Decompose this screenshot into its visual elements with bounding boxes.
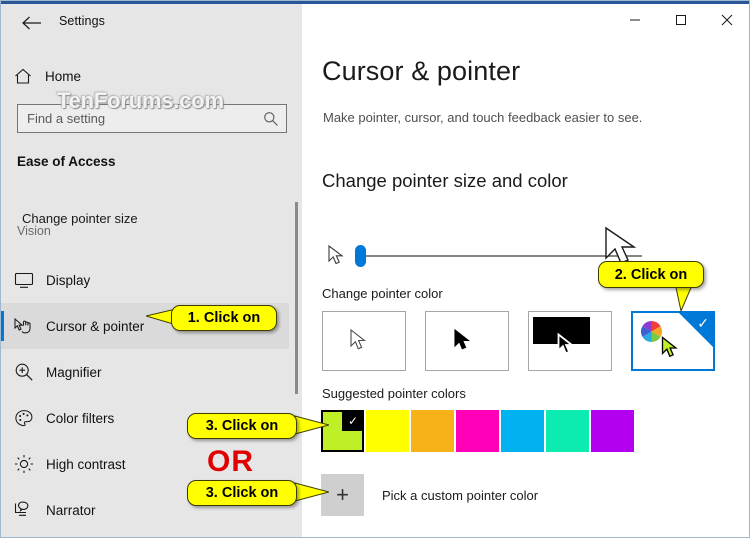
sidebar: Settings Home TenForums.com Ease of Acce… bbox=[1, 4, 302, 537]
pointer-option-white[interactable] bbox=[322, 311, 406, 371]
section-heading-pointer-size-color: Change pointer size and color bbox=[322, 170, 568, 191]
pick-custom-color-label: Pick a custom pointer color bbox=[382, 487, 539, 503]
pointer-color-options: ✓ bbox=[322, 311, 715, 371]
pick-custom-color-row: + Pick a custom pointer color bbox=[321, 474, 538, 516]
color-swatch[interactable] bbox=[366, 410, 409, 452]
callout-step3b: 3. Click on bbox=[187, 480, 297, 506]
slider-thumb[interactable] bbox=[355, 245, 366, 267]
label-suggested-pointer-colors: Suggested pointer colors bbox=[322, 386, 466, 401]
home-icon bbox=[1, 68, 45, 85]
minimize-icon bbox=[630, 19, 640, 20]
color-swatch[interactable] bbox=[591, 410, 634, 452]
monitor-icon bbox=[1, 272, 46, 289]
search-icon[interactable] bbox=[256, 111, 286, 127]
close-button[interactable] bbox=[704, 4, 749, 35]
back-button[interactable] bbox=[13, 9, 51, 37]
sidebar-group-label: Vision bbox=[17, 224, 51, 238]
small-pointer-preview-icon bbox=[327, 244, 349, 275]
sidebar-item-label: Display bbox=[46, 272, 91, 288]
pointer-size-slider[interactable] bbox=[322, 241, 642, 273]
sidebar-category-title: Ease of Access bbox=[17, 154, 116, 169]
callout-step3a: 3. Click on bbox=[187, 413, 297, 439]
sidebar-item-label: Narrator bbox=[46, 502, 96, 518]
white-pointer-icon bbox=[349, 328, 371, 360]
page-title: Cursor & pointer bbox=[322, 56, 521, 86]
sidebar-item-label: Color filters bbox=[46, 410, 115, 426]
narrator-icon bbox=[1, 501, 46, 519]
color-swatch[interactable] bbox=[501, 410, 544, 452]
search-input[interactable] bbox=[18, 111, 256, 126]
sidebar-item-label: High contrast bbox=[46, 456, 126, 472]
green-custom-pointer-icon bbox=[660, 335, 684, 369]
color-swatch[interactable] bbox=[546, 410, 589, 452]
maximize-icon bbox=[676, 14, 686, 25]
sidebar-item-label: Magnifier bbox=[46, 364, 102, 380]
slider-track[interactable] bbox=[360, 255, 642, 257]
palette-icon bbox=[1, 409, 46, 428]
window-title: Settings bbox=[59, 14, 105, 28]
close-icon bbox=[721, 14, 733, 25]
back-arrow-icon bbox=[22, 16, 41, 30]
color-swatch[interactable] bbox=[456, 410, 499, 452]
pointer-option-custom-color[interactable]: ✓ bbox=[631, 311, 715, 371]
minimize-button[interactable] bbox=[612, 4, 658, 35]
pointer-option-inverted[interactable] bbox=[528, 311, 612, 371]
magnifier-icon bbox=[1, 362, 46, 382]
check-icon: ✓ bbox=[342, 410, 364, 431]
sidebar-scrollbar[interactable] bbox=[295, 202, 298, 394]
black-pointer-icon bbox=[453, 328, 475, 360]
settings-window: Settings Home TenForums.com Ease of Acce… bbox=[0, 0, 750, 538]
sidebar-item-display[interactable]: Display bbox=[1, 257, 289, 303]
callout-step2: 2. Click on bbox=[598, 261, 704, 288]
sidebar-item-magnifier[interactable]: Magnifier bbox=[1, 349, 289, 395]
label-change-pointer-color: Change pointer color bbox=[322, 286, 443, 301]
sidebar-item-home[interactable]: Home bbox=[1, 61, 281, 91]
maximize-button[interactable] bbox=[658, 4, 704, 35]
inverted-pointer-icon bbox=[556, 332, 580, 366]
window-controls bbox=[612, 4, 749, 35]
color-swatch[interactable] bbox=[411, 410, 454, 452]
check-icon: ✓ bbox=[697, 315, 709, 331]
titlebar: Settings bbox=[1, 4, 302, 40]
sidebar-item-label: Cursor & pointer bbox=[46, 318, 145, 334]
callout-step1: 1. Click on bbox=[171, 305, 277, 331]
search-box[interactable] bbox=[17, 104, 287, 133]
label-change-pointer-size: Change pointer size bbox=[22, 211, 138, 226]
sidebar-home-label: Home bbox=[45, 68, 82, 84]
callout-or-text: OR bbox=[207, 445, 254, 478]
cursor-hand-icon bbox=[1, 317, 46, 336]
brightness-icon bbox=[1, 454, 46, 474]
suggested-color-swatches: ✓ bbox=[321, 410, 634, 452]
pointer-option-black[interactable] bbox=[425, 311, 509, 371]
page-subtitle: Make pointer, cursor, and touch feedback… bbox=[323, 110, 643, 125]
